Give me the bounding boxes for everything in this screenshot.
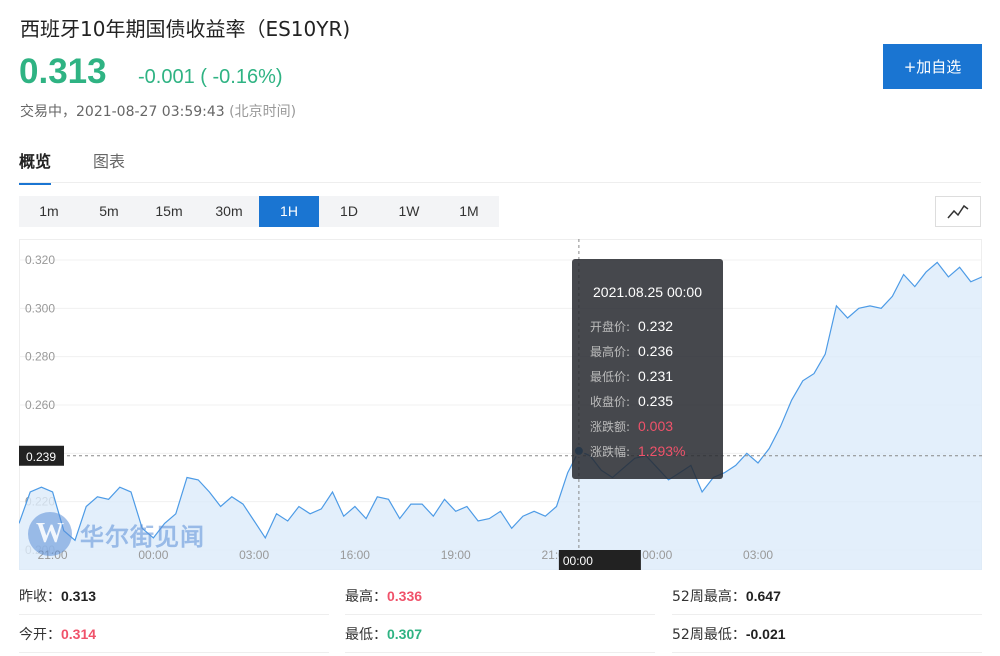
x-tick-label: 00:00 — [642, 548, 672, 562]
watermark: W 华尔街见闻 — [28, 512, 205, 556]
stat-label: 最高： — [345, 589, 387, 605]
page-title: 西班牙10年期国债收益率（ES10YR) — [20, 17, 351, 41]
add-watchlist-button[interactable]: +加自选 — [883, 44, 982, 89]
tooltip-label: 涨跌幅: — [590, 445, 631, 459]
watermark-text: 华尔街见闻 — [80, 522, 205, 551]
stat-label: 今开： — [19, 627, 61, 643]
tooltip-date: 2021.08.25 00:00 — [593, 284, 702, 300]
line-chart-icon — [947, 204, 969, 219]
interval-selector: 1m 5m 15m 30m 1H 1D 1W 1M — [19, 196, 499, 227]
x-tick-label: 16:00 — [340, 548, 370, 562]
interval-15m[interactable]: 15m — [139, 196, 199, 227]
crosshair-y-label: 0.239 — [26, 450, 56, 464]
status-label: 交易中， — [20, 104, 76, 120]
stat-value: 0.314 — [61, 626, 97, 642]
tooltip-value: 0.236 — [638, 343, 674, 359]
chart-type-toggle[interactable] — [935, 196, 981, 227]
crosshair-x-label: 00:00 — [563, 554, 593, 568]
stat-value: 0.307 — [387, 626, 423, 642]
tooltip-row-low: 最低价: 0.231 — [590, 368, 673, 385]
tooltip-row-close: 收盘价: 0.235 — [590, 393, 673, 410]
x-tick-label: 03:00 — [743, 548, 773, 562]
y-tick-label: 0.320 — [25, 253, 55, 267]
interval-30m[interactable]: 30m — [199, 196, 259, 227]
stat-value: 0.647 — [745, 588, 781, 604]
tab-chart[interactable]: 图表 — [93, 148, 125, 185]
stat-label: 昨收： — [19, 589, 61, 605]
tooltip-value: 0.235 — [638, 393, 674, 409]
tooltip-row-change-pct: 涨跌幅: 1.293% — [590, 443, 685, 460]
tabs-divider — [19, 182, 981, 183]
wallstreetcn-logo: W — [28, 512, 72, 556]
interval-1h[interactable]: 1H — [259, 196, 319, 227]
stat-value: 0.336 — [387, 588, 423, 604]
status-datetime: 2021-08-27 03:59:43 — [76, 104, 225, 120]
tooltip-label: 开盘价: — [590, 320, 631, 334]
interval-1d[interactable]: 1D — [319, 196, 379, 227]
tab-overview[interactable]: 概览 — [19, 148, 52, 185]
ohlc-tooltip: 2021.08.25 00:00 开盘价: 0.232 最高价: 0.236 最低价… — [572, 259, 723, 479]
y-tick-label: 0.280 — [25, 350, 55, 364]
stat-open: 今开：0.314 — [19, 616, 329, 653]
stat-52w-low: 52周最低：-0.021 — [672, 616, 982, 653]
price-change: -0.001 ( -0.16%) — [138, 66, 283, 88]
tooltip-row-change: 涨跌额: 0.003 — [590, 418, 673, 435]
interval-1m[interactable]: 1m — [19, 196, 79, 227]
trading-status: 交易中，2021-08-27 03:59:43 (北京时间) — [20, 101, 296, 121]
tooltip-row-high: 最高价: 0.236 — [590, 343, 673, 360]
interval-5m[interactable]: 5m — [79, 196, 139, 227]
tooltip-value: 0.231 — [638, 368, 674, 384]
stat-52w-high: 52周最高：0.647 — [672, 578, 982, 615]
tooltip-value: 1.293% — [638, 443, 686, 459]
tooltip-label: 最低价: — [590, 370, 631, 384]
stat-label: 52周最低： — [672, 627, 746, 643]
stat-prev-close: 昨收：0.313 — [19, 578, 329, 615]
interval-1w[interactable]: 1W — [379, 196, 439, 227]
stat-value: 0.313 — [61, 588, 97, 604]
stat-label: 最低： — [345, 627, 387, 643]
y-tick-label: 0.300 — [25, 301, 55, 315]
interval-1mo[interactable]: 1M — [439, 196, 499, 227]
stat-value: -0.021 — [745, 626, 786, 642]
y-tick-label: 0.260 — [25, 398, 55, 412]
status-timezone: (北京时间) — [229, 104, 297, 120]
tooltip-value: 0.232 — [638, 318, 674, 334]
x-tick-label: 03:00 — [239, 548, 269, 562]
stat-label: 52周最高： — [672, 589, 746, 605]
tooltip-label: 收盘价: — [590, 395, 631, 409]
view-tabs: 概览 图表 — [19, 148, 167, 185]
tooltip-row-open: 开盘价: 0.232 — [590, 318, 673, 335]
stat-high: 最高：0.336 — [345, 578, 655, 615]
tooltip-value: 0.003 — [638, 418, 674, 434]
tooltip-label: 涨跌额: — [590, 420, 631, 434]
tooltip-label: 最高价: — [590, 345, 631, 359]
x-tick-label: 19:00 — [441, 548, 471, 562]
current-price: 0.313 — [19, 52, 107, 91]
stat-low: 最低：0.307 — [345, 616, 655, 653]
